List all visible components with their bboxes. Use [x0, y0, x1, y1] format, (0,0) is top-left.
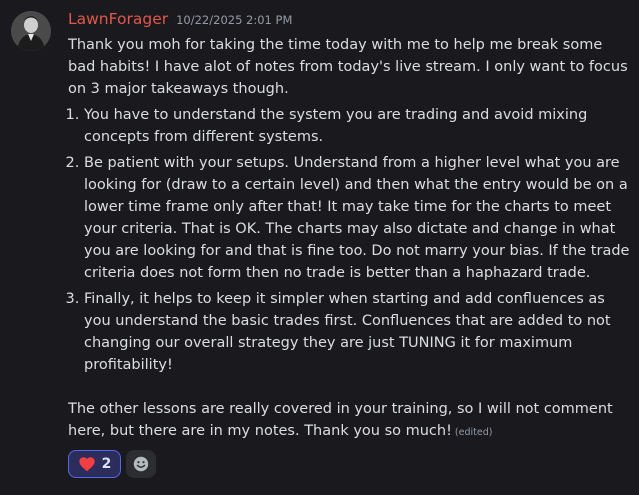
username[interactable]: LawnForager — [68, 10, 168, 28]
list-item: Be patient with your setups. Understand … — [84, 152, 630, 284]
takeaways-list: You have to understand the system you ar… — [68, 104, 630, 376]
reactions-bar: 2 — [68, 450, 156, 478]
heart-icon — [78, 457, 95, 472]
closing-text: The other lessons are really covered in … — [68, 401, 613, 439]
edited-label: (edited) — [454, 427, 493, 438]
avatar-portrait-icon — [11, 11, 51, 51]
list-item: You have to understand the system you ar… — [84, 104, 630, 148]
user-avatar[interactable] — [11, 11, 51, 51]
heart-reaction-button[interactable]: 2 — [68, 450, 121, 478]
message-header: LawnForager 10/22/2025 2:01 PM — [68, 10, 292, 32]
list-item: Finally, it helps to keep it simpler whe… — [84, 288, 630, 376]
timestamp[interactable]: 10/22/2025 2:01 PM — [176, 13, 292, 27]
chat-message: LawnForager 10/22/2025 2:01 PM Thank you… — [0, 0, 639, 495]
add-reaction-button[interactable] — [126, 450, 156, 478]
add-reaction-icon — [133, 456, 149, 472]
message-closing: The other lessons are really covered in … — [68, 398, 630, 444]
message-content: Thank you moh for taking the time today … — [68, 34, 630, 444]
message-intro: Thank you moh for taking the time today … — [68, 37, 628, 97]
reaction-count: 2 — [101, 456, 112, 472]
